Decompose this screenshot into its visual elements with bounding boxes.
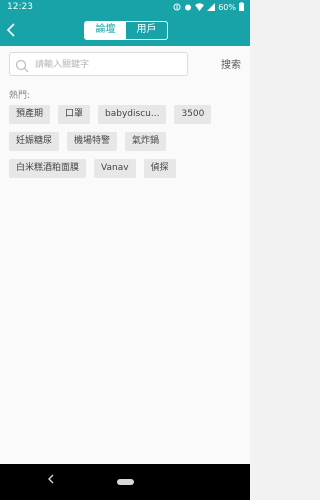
search-button[interactable]: 搜索 [221, 56, 241, 71]
forum-user-segmented-control: 論壇 用戶 [84, 21, 168, 40]
app-bar: 論壇 用戶 [0, 14, 250, 46]
back-button[interactable] [3, 19, 19, 41]
hot-tags: 預產期 口罩 babydiscu... 3500 妊娠糖尿 機場特警 氣炸鍋 白… [9, 105, 241, 186]
hot-tag[interactable]: 偵探 [143, 159, 176, 178]
hot-tag[interactable]: 口罩 [58, 105, 91, 124]
tag-row: 妊娠糖尿 機場特警 氣炸鍋 [9, 132, 241, 151]
wifi-icon [195, 2, 205, 13]
system-nav-bar [0, 464, 250, 500]
hot-tag[interactable]: 機場特警 [67, 132, 118, 151]
hot-tag[interactable]: babydiscu... [98, 105, 167, 124]
chevron-left-icon [6, 23, 15, 37]
hot-tag[interactable]: 氣炸鍋 [125, 132, 167, 151]
tab-users[interactable]: 用戶 [126, 22, 167, 39]
chevron-left-icon [48, 474, 54, 484]
search-input[interactable] [35, 57, 183, 72]
signal-icon [207, 2, 216, 13]
status-icons: 60% [173, 2, 244, 13]
nav-back-button[interactable] [48, 474, 54, 487]
main-content: 搜索 熱門: 預產期 口罩 babydiscu... 3500 妊娠糖尿 機場特… [0, 46, 250, 464]
battery-icon [239, 2, 244, 13]
alarm-icon [184, 3, 192, 13]
hot-tag[interactable]: 3500 [174, 105, 212, 124]
battery-percent: 60% [218, 3, 236, 12]
search-icon [15, 58, 29, 73]
data-saver-icon [173, 3, 181, 13]
hot-tag[interactable]: 預產期 [9, 105, 51, 124]
hot-tag[interactable]: Vanav [94, 159, 136, 178]
tag-row: 白米糕酒粕面膜 Vanav 偵探 [9, 159, 241, 178]
search-row: 搜索 [9, 52, 241, 76]
status-bar: 12:23 60% [0, 0, 250, 14]
hot-tag[interactable]: 妊娠糖尿 [9, 132, 60, 151]
hot-tag[interactable]: 白米糕酒粕面膜 [9, 159, 87, 178]
tab-forum[interactable]: 論壇 [85, 22, 126, 39]
status-time: 12:23 [7, 2, 33, 12]
nav-home-pill[interactable] [117, 479, 134, 485]
hot-label: 熱門: [9, 91, 31, 101]
tag-row: 預產期 口罩 babydiscu... 3500 [9, 105, 241, 124]
search-box[interactable] [9, 52, 188, 76]
